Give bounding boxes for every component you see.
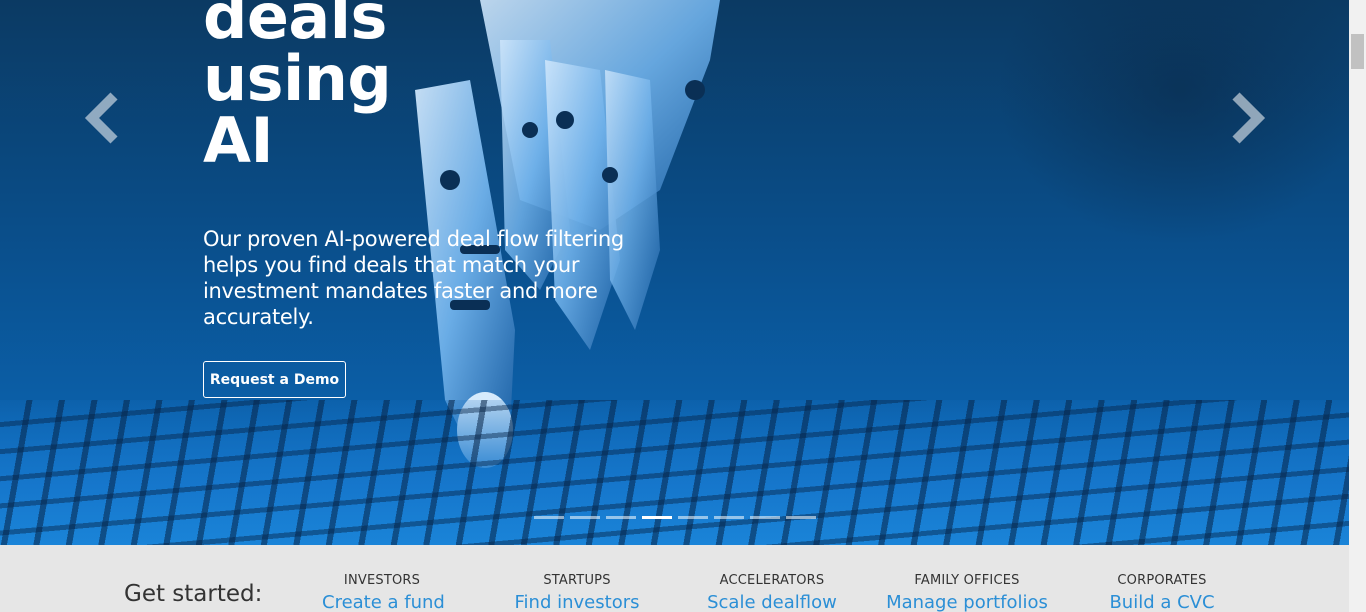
request-demo-button[interactable]: Request a Demo — [203, 361, 346, 398]
audience-link[interactable]: Manage portfolios — [884, 592, 1050, 612]
carousel-indicator[interactable] — [786, 516, 816, 519]
get-started-label: Get started: — [124, 581, 263, 607]
audience-link[interactable]: Build a CVC — [1102, 592, 1222, 612]
audience-link[interactable]: Scale dealflow — [705, 592, 839, 612]
hero-carousel: deals using AI Our proven AI-powered dea… — [0, 0, 1349, 545]
chevron-left-icon — [84, 92, 118, 144]
audience-category: CORPORATES — [1117, 573, 1207, 588]
audience-corporates: CORPORATES Build a CVC — [1102, 573, 1222, 612]
carousel-indicator[interactable] — [534, 516, 564, 519]
hero-headline: deals using AI — [203, 0, 392, 177]
audience-accelerators: ACCELERATORS Scale dealflow — [705, 573, 839, 612]
page-scrollbar[interactable] — [1349, 0, 1366, 612]
carousel-indicators — [534, 516, 816, 519]
get-started-band: Get started: INVESTORS Create a fund STA… — [0, 545, 1349, 612]
carousel-indicator[interactable] — [678, 516, 708, 519]
audience-family-offices: FAMILY OFFICES Manage portfolios — [884, 573, 1050, 612]
headline-line: using — [203, 42, 392, 115]
audience-category: FAMILY OFFICES — [914, 573, 1020, 588]
audience-investors: INVESTORS Create a fund — [322, 573, 445, 612]
audience-link[interactable]: Create a fund — [322, 592, 445, 612]
hero-subtext: Our proven AI-powered deal flow filterin… — [203, 227, 624, 329]
carousel-indicator[interactable] — [750, 516, 780, 519]
audience-link[interactable]: Find investors — [510, 592, 644, 612]
scrollbar-thumb[interactable] — [1351, 34, 1364, 69]
carousel-indicator[interactable] — [570, 516, 600, 519]
audience-category: ACCELERATORS — [719, 573, 825, 588]
audience-category: STARTUPS — [543, 573, 611, 588]
audience-category: INVESTORS — [343, 573, 421, 588]
headline-line: deals — [203, 0, 387, 53]
carousel-prev-button[interactable] — [82, 90, 122, 146]
chevron-right-icon — [1232, 92, 1266, 144]
carousel-indicator[interactable] — [714, 516, 744, 519]
audience-startups: STARTUPS Find investors — [510, 573, 644, 612]
carousel-next-button[interactable] — [1228, 90, 1268, 146]
keyboard-background — [0, 400, 1349, 545]
carousel-indicator-active[interactable] — [642, 516, 672, 519]
headline-line: AI — [203, 104, 274, 177]
carousel-indicator[interactable] — [606, 516, 636, 519]
